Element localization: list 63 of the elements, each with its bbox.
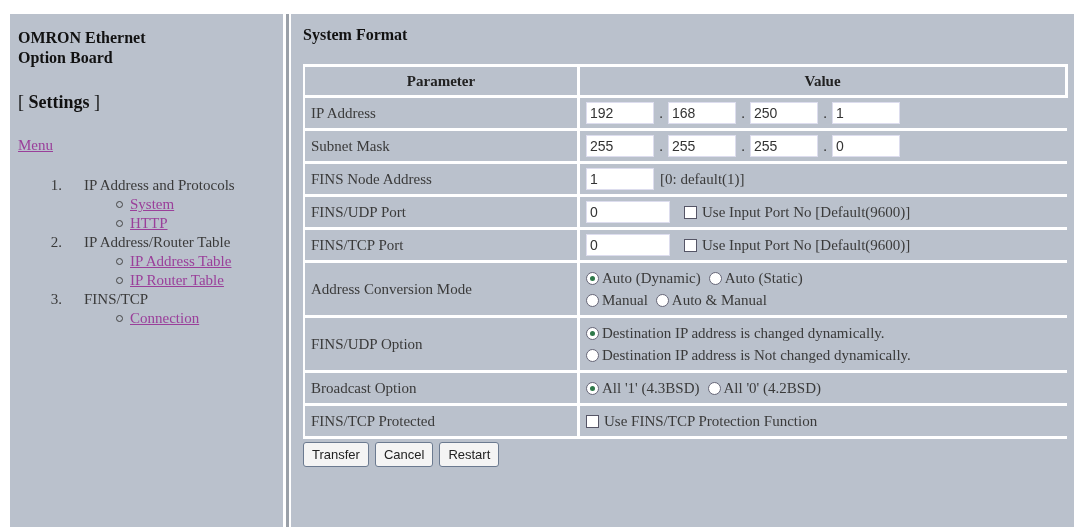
input-field[interactable]: 0 <box>586 234 670 256</box>
item-number: 1. <box>50 176 62 195</box>
dot-separator: . <box>658 137 664 156</box>
menu-section: IP Address/Router Table <box>84 233 274 252</box>
checkbox[interactable] <box>586 414 599 428</box>
action-button[interactable]: Transfer <box>303 442 369 467</box>
radio-button[interactable] <box>586 293 599 307</box>
dot-separator: . <box>740 104 746 123</box>
checkbox-label: Use FINS/TCP Protection Function <box>604 412 818 431</box>
input-field[interactable]: 250 <box>750 102 818 124</box>
input-field[interactable]: 255 <box>586 135 654 157</box>
action-button[interactable]: Restart <box>439 442 500 467</box>
column-header: Value <box>578 65 1067 97</box>
input-field[interactable]: 0 <box>586 201 670 223</box>
radio-label: Manual <box>602 291 648 310</box>
radio-label: Destination IP address is Not changed dynamically. <box>602 346 911 365</box>
radio-button[interactable] <box>708 271 722 285</box>
checkbox[interactable] <box>684 205 697 219</box>
parameter-label: Subnet Mask <box>304 129 579 163</box>
parameter-label: FINS/UDP Option <box>304 316 579 372</box>
radio-label: All '1' (4.3BSD) <box>602 379 700 398</box>
item-number: 2. <box>50 233 62 252</box>
settings-heading: [ Settings ] <box>18 92 100 113</box>
input-field[interactable]: 0 <box>832 135 900 157</box>
parameter-label: FINS/UDP Port <box>304 195 579 229</box>
radio-label: Auto & Manual <box>671 291 767 310</box>
input-field[interactable]: 1 <box>586 168 654 190</box>
parameter-label: Address Conversion Mode <box>304 261 579 317</box>
checkbox-label: Use Input Port No [Default(9600)] <box>702 236 911 255</box>
parameter-label: FINS Node Address <box>304 162 579 196</box>
radio-button[interactable] <box>707 381 721 395</box>
dot-separator: . <box>740 137 746 156</box>
radio-button[interactable] <box>655 293 669 307</box>
radio-label: All '0' (4.2BSD) <box>723 379 821 398</box>
item-number: 3. <box>50 290 62 309</box>
parameter-label: IP Address <box>304 96 579 130</box>
input-field[interactable]: 192 <box>586 102 654 124</box>
radio-button[interactable] <box>586 271 599 285</box>
radio-label: Destination IP address is changed dynamically. <box>602 324 885 343</box>
menu-section: FINS/TCP <box>84 290 274 309</box>
dot-separator: . <box>822 104 828 123</box>
radio-button[interactable] <box>586 348 599 362</box>
input-field[interactable]: 168 <box>668 102 736 124</box>
radio-label: Auto (Dynamic) <box>602 269 701 288</box>
app-title: OMRON Ethernet Option Board <box>18 28 147 68</box>
checkbox[interactable] <box>684 238 697 252</box>
parameter-label: FINS/TCP Protected <box>304 404 579 438</box>
dot-separator: . <box>658 104 664 123</box>
radio-button[interactable] <box>586 326 599 340</box>
input-field[interactable]: 1 <box>832 102 900 124</box>
radio-button[interactable] <box>586 381 599 395</box>
action-button[interactable]: Cancel <box>374 442 434 467</box>
parameter-label: FINS/TCP Port <box>304 228 579 262</box>
page-title: System Format <box>303 26 408 44</box>
hint-text: [0: default(1)] <box>660 170 745 189</box>
parameter-label: Broadcast Option <box>304 371 579 405</box>
column-header: Parameter <box>304 65 579 97</box>
dot-separator: . <box>822 137 828 156</box>
input-field[interactable]: 255 <box>750 135 818 157</box>
radio-label: Auto (Static) <box>724 269 803 288</box>
input-field[interactable]: 255 <box>668 135 736 157</box>
menu-section: IP Address and Protocols <box>84 176 274 195</box>
checkbox-label: Use Input Port No [Default(9600)] <box>702 203 911 222</box>
